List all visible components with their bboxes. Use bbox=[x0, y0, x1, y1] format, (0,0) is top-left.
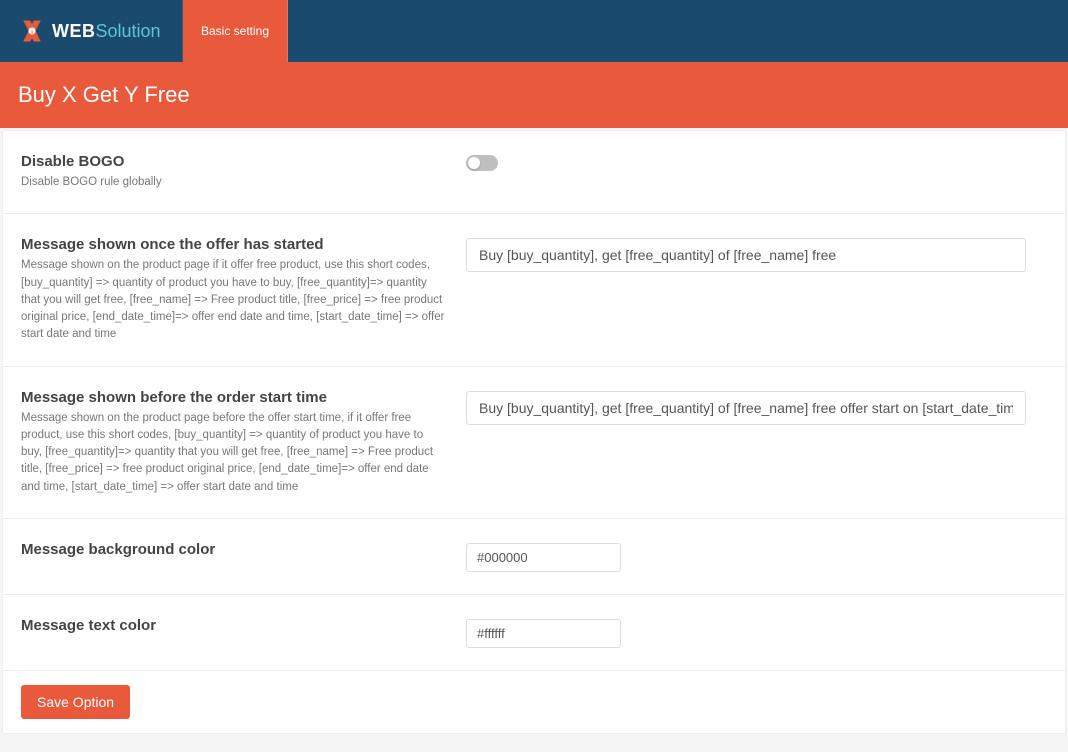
bg-color-input[interactable] bbox=[466, 543, 621, 572]
setting-bg-color: Message background color bbox=[3, 519, 1065, 595]
setting-msg-started: Message shown once the offer has started… bbox=[3, 214, 1065, 366]
nav-tab-basic-setting[interactable]: Basic setting bbox=[183, 0, 288, 62]
settings-panel: Disable BOGO Disable BOGO rule globally … bbox=[2, 130, 1066, 734]
page-title-bar: Buy X Get Y Free bbox=[0, 62, 1068, 128]
button-row: Save Option bbox=[3, 671, 1065, 733]
text-color-input[interactable] bbox=[466, 619, 621, 648]
logo-text-1: WEB bbox=[52, 21, 96, 41]
save-button[interactable]: Save Option bbox=[21, 685, 130, 719]
setting-label: Message text color bbox=[21, 617, 446, 634]
setting-msg-before: Message shown before the order start tim… bbox=[3, 367, 1065, 519]
disable-bogo-toggle[interactable] bbox=[466, 155, 498, 171]
setting-label: Message shown before the order start tim… bbox=[21, 389, 446, 406]
logo-text-2: Solution bbox=[96, 21, 161, 41]
setting-desc: Message shown on the product page before… bbox=[21, 410, 446, 496]
msg-before-input[interactable] bbox=[466, 391, 1026, 425]
nav-tab-label: Basic setting bbox=[201, 24, 269, 38]
page-title: Buy X Get Y Free bbox=[18, 82, 190, 107]
top-header: π WEBSolution Basic setting bbox=[0, 0, 1068, 62]
setting-desc: Disable BOGO rule globally bbox=[21, 174, 446, 191]
setting-desc: Message shown on the product page if it … bbox=[21, 257, 446, 343]
setting-text-color: Message text color bbox=[3, 595, 1065, 671]
logo-icon: π bbox=[18, 17, 46, 45]
setting-label: Message background color bbox=[21, 541, 446, 558]
setting-label: Disable BOGO bbox=[21, 153, 446, 170]
setting-label: Message shown once the offer has started bbox=[21, 236, 446, 253]
logo: π WEBSolution bbox=[0, 0, 183, 62]
msg-started-input[interactable] bbox=[466, 238, 1026, 272]
setting-disable-bogo: Disable BOGO Disable BOGO rule globally bbox=[3, 131, 1065, 214]
